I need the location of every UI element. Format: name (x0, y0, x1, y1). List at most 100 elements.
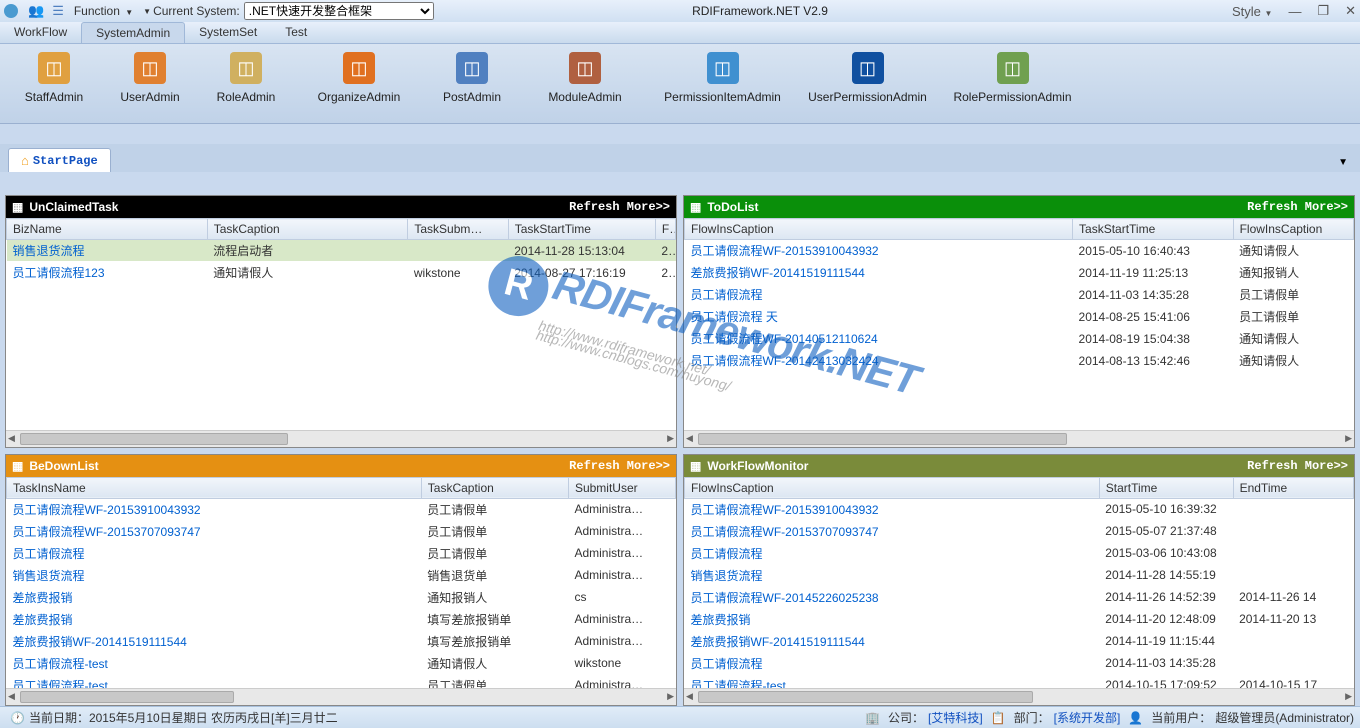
tab-systemset[interactable]: SystemSet (185, 22, 271, 43)
cell: Administra… (568, 520, 675, 542)
h-scrollbar[interactable] (684, 688, 1354, 705)
cell[interactable]: 差旅费报销WF-20141519111544 (685, 262, 1073, 284)
cell[interactable]: 差旅费报销 (685, 608, 1100, 630)
table-row[interactable]: 差旅费报销WF-201415191115442014-11-19 11:15:4… (685, 630, 1354, 652)
cell[interactable]: 差旅费报销WF-20141519111544 (7, 630, 422, 652)
cell[interactable]: 员工请假流程WF-20140512110624 (685, 328, 1073, 350)
table-row[interactable]: 员工请假流程WF-201539100439322015-05-10 16:39:… (685, 498, 1354, 520)
cell[interactable]: 员工请假流程WF-20142413032424 (685, 350, 1073, 372)
cell[interactable]: 员工请假流程WF-20153910043932 (7, 498, 422, 520)
table-row[interactable]: 员工请假流程WF-201537070937472015-05-07 21:37:… (685, 520, 1354, 542)
data-grid: FlowInsCaptionTaskStartTimeFlowInsCaptio… (684, 218, 1354, 430)
cell[interactable]: 销售退货流程 (7, 240, 208, 262)
cell: Administra… (568, 608, 675, 630)
table-row[interactable]: 员工请假流程WF-201424130324242014-08-13 15:42:… (685, 350, 1354, 372)
maximize-button[interactable]: ❐ (1317, 3, 1329, 19)
refresh-link[interactable]: Refresh More>> (569, 200, 670, 214)
ribbon-organizeadmin[interactable]: ◫OrganizeAdmin (294, 48, 424, 119)
table-row[interactable]: 销售退货流程销售退货单Administra… (7, 564, 676, 586)
ribbon-moduleadmin[interactable]: ◫ModuleAdmin (520, 48, 650, 119)
table-row[interactable]: 员工请假流程123通知请假人wikstone2014-08-27 17:16:1… (7, 262, 676, 284)
table-row[interactable]: 差旅费报销WF-20141519111544填写差旅报销单Administra… (7, 630, 676, 652)
table-row[interactable]: 员工请假流程-test员工请假单Administra… (7, 674, 676, 688)
table-row[interactable]: 员工请假流程2015-03-06 10:43:08 (685, 542, 1354, 564)
system-select[interactable]: .NET快速开发整合框架 (244, 2, 434, 20)
cell[interactable]: 差旅费报销 (7, 608, 422, 630)
style-menu[interactable]: Style ▼ (1232, 4, 1272, 19)
cell[interactable]: 员工请假流程 (685, 652, 1100, 674)
ribbon-userpermissionadmin[interactable]: ◫UserPermissionAdmin (795, 48, 940, 119)
table-row[interactable]: 员工请假流程WF-201405121106242014-08-19 15:04:… (685, 328, 1354, 350)
h-scrollbar[interactable] (6, 430, 676, 447)
cell: Administra… (568, 564, 675, 586)
cell[interactable]: 销售退货流程 (7, 564, 422, 586)
dropdown-icon[interactable]: ▼ (143, 7, 151, 16)
cell[interactable]: 员工请假流程WF-20153707093747 (7, 520, 422, 542)
cell[interactable]: 销售退货流程 (685, 564, 1100, 586)
cell[interactable]: 员工请假流程-test (685, 674, 1100, 688)
table-row[interactable]: 差旅费报销WF-201415191115442014-11-19 11:25:1… (685, 262, 1354, 284)
cell[interactable]: 员工请假流程 (685, 542, 1100, 564)
cell[interactable]: 差旅费报销 (7, 586, 422, 608)
minimize-button[interactable]: — (1288, 4, 1301, 19)
h-scrollbar[interactable] (684, 430, 1354, 447)
table-row[interactable]: 销售退货流程2014-11-28 14:55:19 (685, 564, 1354, 586)
cell[interactable]: 员工请假流程WF-20153910043932 (685, 498, 1100, 520)
cell[interactable]: 员工请假流程-test (7, 652, 422, 674)
cell[interactable]: 员工请假流程123 (7, 262, 208, 284)
page-tab-row: ⌂ StartPage ▼ (0, 144, 1360, 172)
table-row[interactable]: 销售退货流程流程启动者2014-11-28 15:13:0420 (7, 240, 676, 262)
h-scrollbar[interactable] (6, 688, 676, 705)
cell[interactable]: 员工请假流程 (685, 284, 1073, 306)
dept-link[interactable]: [系统开发部] (1054, 709, 1121, 726)
function-menu[interactable]: Function ▼ (68, 4, 141, 18)
table-row[interactable]: 员工请假流程 天2014-08-25 15:41:06员工请假单 (685, 306, 1354, 328)
cell: 员工请假单 (421, 520, 568, 542)
panel-bedown: ▦BeDownListRefresh More>>TaskInsNameTask… (5, 454, 677, 707)
close-button[interactable]: ✕ (1345, 3, 1356, 19)
ribbon-rolepermissionadmin[interactable]: ◫RolePermissionAdmin (940, 48, 1085, 119)
cell[interactable]: 差旅费报销WF-20141519111544 (685, 630, 1100, 652)
ribbon-staffadmin[interactable]: ◫StaffAdmin (6, 48, 102, 119)
table-row[interactable]: 员工请假流程WF-201452260252382014-11-26 14:52:… (685, 586, 1354, 608)
cell: cs (568, 586, 675, 608)
refresh-link[interactable]: Refresh More>> (569, 459, 670, 473)
table-row[interactable]: 差旅费报销通知报销人cs (7, 586, 676, 608)
useradmin-icon: ◫ (134, 52, 166, 84)
tab-startpage[interactable]: ⌂ StartPage (8, 148, 111, 172)
table-row[interactable]: 员工请假流程2014-11-03 14:35:28员工请假单 (685, 284, 1354, 306)
table-row[interactable]: 差旅费报销填写差旅报销单Administra… (7, 608, 676, 630)
cell (1233, 542, 1353, 564)
ribbon-label: UserAdmin (102, 90, 198, 104)
user-icon: 👤 (1128, 711, 1143, 725)
tab-systemadmin[interactable]: SystemAdmin (81, 22, 185, 43)
ribbon-roleadmin[interactable]: ◫RoleAdmin (198, 48, 294, 119)
table-row[interactable]: 员工请假流程2014-11-03 14:35:28 (685, 652, 1354, 674)
ribbon-permissionitemadmin[interactable]: ◫PermissionItemAdmin (650, 48, 795, 119)
refresh-link[interactable]: Refresh More>> (1247, 200, 1348, 214)
company-link[interactable]: [艾特科技] (928, 709, 983, 726)
cell[interactable]: 员工请假流程WF-20153910043932 (685, 240, 1073, 262)
users-icon[interactable]: 👥 (28, 3, 44, 19)
list-icon[interactable]: ☰ (52, 3, 64, 19)
table-row[interactable]: 员工请假流程员工请假单Administra… (7, 542, 676, 564)
table-row[interactable]: 员工请假流程WF-201539100439322015-05-10 16:40:… (685, 240, 1354, 262)
roleadmin-icon: ◫ (230, 52, 262, 84)
cell[interactable]: 员工请假流程 天 (685, 306, 1073, 328)
cell[interactable]: 员工请假流程 (7, 542, 422, 564)
tab-test[interactable]: Test (271, 22, 321, 43)
cell[interactable]: 员工请假流程WF-20153707093747 (685, 520, 1100, 542)
table-row[interactable]: 员工请假流程-test2014-10-15 17:09:522014-10-15… (685, 674, 1354, 688)
table-row[interactable]: 差旅费报销2014-11-20 12:48:092014-11-20 13 (685, 608, 1354, 630)
cell[interactable]: 员工请假流程-test (7, 674, 422, 688)
table-row[interactable]: 员工请假流程-test通知请假人wikstone (7, 652, 676, 674)
panel-header: ▦BeDownListRefresh More>> (6, 455, 676, 477)
refresh-link[interactable]: Refresh More>> (1247, 459, 1348, 473)
cell[interactable]: 员工请假流程WF-20145226025238 (685, 586, 1100, 608)
ribbon-postadmin[interactable]: ◫PostAdmin (424, 48, 520, 119)
table-row[interactable]: 员工请假流程WF-20153707093747员工请假单Administra… (7, 520, 676, 542)
tabs-dropdown-icon[interactable]: ▼ (1334, 153, 1352, 172)
table-row[interactable]: 员工请假流程WF-20153910043932员工请假单Administra… (7, 498, 676, 520)
tab-workflow[interactable]: WorkFlow (0, 22, 81, 43)
ribbon-useradmin[interactable]: ◫ UserAdmin (102, 48, 198, 119)
